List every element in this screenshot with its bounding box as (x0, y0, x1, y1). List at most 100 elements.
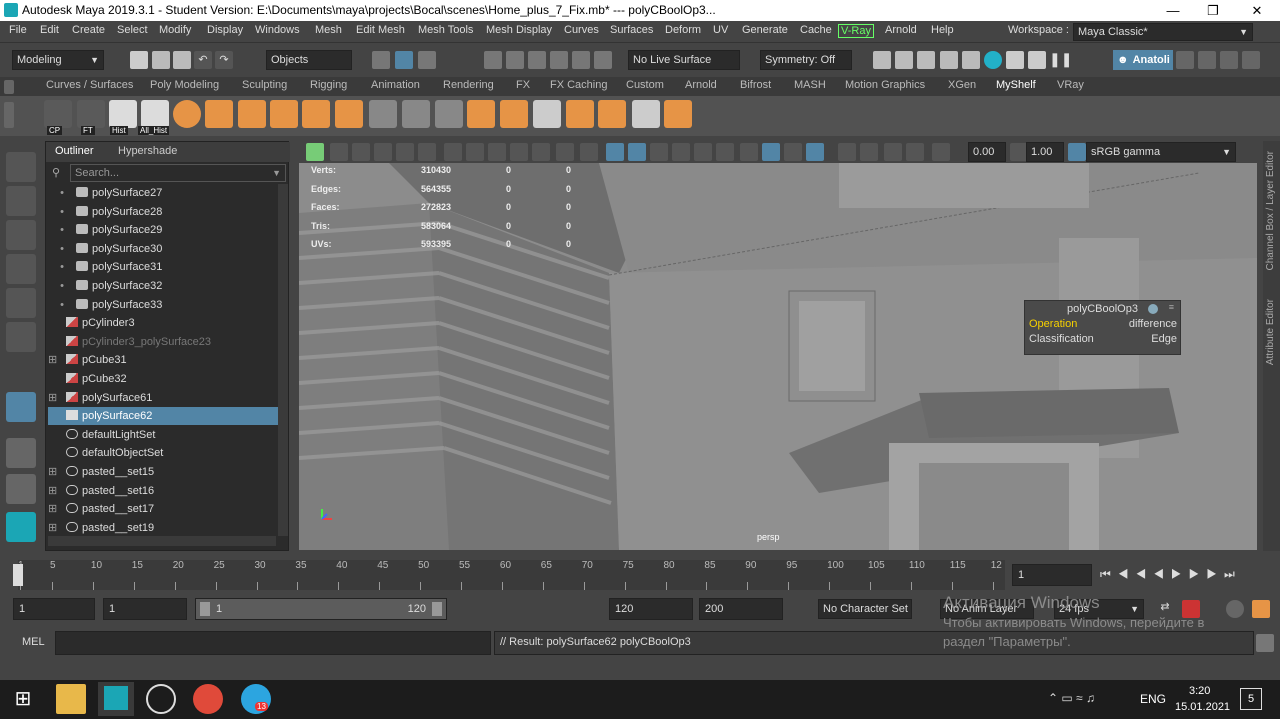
maximize-button[interactable]: ❐ (1190, 0, 1236, 21)
select-by-hierarchy-icon[interactable] (372, 51, 390, 69)
range-handle-left[interactable] (200, 602, 210, 616)
exposure-field[interactable]: 0.00 (968, 142, 1006, 162)
snap-view-plane-icon[interactable] (550, 51, 568, 69)
character-icon[interactable] (1252, 600, 1270, 618)
node-row-classification[interactable]: Classification Edge (1029, 333, 1177, 348)
expand-icon[interactable]: ⊞ (48, 389, 66, 407)
menu-file[interactable]: File (9, 24, 27, 36)
hypershade-icon[interactable] (940, 51, 958, 69)
outliner-item[interactable]: ⊞ pasted__set16 (48, 482, 278, 500)
range-handle-right[interactable] (432, 602, 442, 616)
snap-point-icon[interactable] (528, 51, 546, 69)
outliner-item[interactable]: defaultLightSet (48, 426, 278, 444)
shelf-tab-poly-modeling[interactable]: Poly Modeling (150, 79, 219, 91)
image-plane-icon[interactable] (374, 143, 392, 161)
screen-space-ao-icon[interactable] (740, 143, 758, 161)
shelf-tab-myshelf[interactable]: MyShelf (996, 79, 1036, 91)
menu-modify[interactable]: Modify (159, 24, 191, 36)
shelf-tab-sculpting[interactable]: Sculpting (242, 79, 287, 91)
pause-icon[interactable]: ❚❚ (1049, 51, 1072, 69)
animation-preferences-icon[interactable] (1226, 600, 1244, 618)
shelf-tab-custom[interactable]: Custom (626, 79, 664, 91)
mirror-shelf-icon[interactable] (598, 100, 626, 128)
outliner-search-input[interactable]: Search... ▼ (70, 164, 286, 182)
combine-shelf-icon[interactable] (500, 100, 528, 128)
motion-blur-icon[interactable] (860, 143, 878, 161)
poly-sphere-shelf-icon[interactable] (173, 100, 201, 128)
open-scene-icon[interactable] (152, 51, 170, 69)
expand-icon[interactable]: ⊞ (48, 482, 66, 500)
menu-uv[interactable]: UV (713, 24, 728, 36)
search-taskbar-icon[interactable] (146, 684, 176, 714)
menu-set-dropdown[interactable]: Modeling ▼ (12, 50, 104, 70)
undo-icon[interactable]: ↶ (194, 51, 212, 69)
vray-ipr-icon[interactable] (1028, 51, 1046, 69)
tray-icons[interactable]: ⌃ ▭ ≈ ♫ (1048, 691, 1095, 705)
maya-taskbar-icon[interactable] (98, 682, 134, 716)
poly-cube-3-shelf-icon[interactable] (270, 100, 298, 128)
snap-live-icon[interactable] (572, 51, 590, 69)
menu-generate[interactable]: Generate (742, 24, 788, 36)
outliner-item[interactable]: pCylinder3 (48, 314, 278, 332)
field-chart-icon[interactable] (532, 143, 550, 161)
scene-start-field[interactable]: 1 (13, 598, 95, 620)
shelf-tab-mash[interactable]: MASH (794, 79, 826, 91)
outliner-item[interactable]: ⊞ pasted__set17 (48, 500, 278, 518)
outliner-item[interactable]: • polySurface32 (48, 277, 278, 295)
character-set-dropdown[interactable]: No Character Set (818, 599, 912, 619)
vray-render-icon[interactable] (984, 51, 1002, 69)
poly-cube-shelf-icon[interactable] (205, 100, 233, 128)
windows-start-icon[interactable]: ⊞ (8, 684, 38, 714)
move-tool-icon[interactable] (6, 254, 36, 284)
menu-mesh-display[interactable]: Mesh Display (486, 24, 552, 36)
snap-vertex-icon[interactable] (594, 51, 612, 69)
menu-mesh-tools[interactable]: Mesh Tools (418, 24, 473, 36)
wireframe-icon[interactable] (606, 143, 624, 161)
vray-settings-icon[interactable] (1006, 51, 1024, 69)
select-by-object-icon[interactable] (395, 51, 413, 69)
tool-settings-icon[interactable] (1220, 51, 1238, 69)
select-by-component-icon[interactable] (418, 51, 436, 69)
close-button[interactable]: ✕ (1234, 0, 1280, 21)
playback-end-field[interactable]: 120 (609, 598, 693, 620)
attribute-editor-tab[interactable]: Attribute Editor (1265, 299, 1276, 365)
file-explorer-icon[interactable] (56, 684, 86, 714)
delete-all-history-shelf-button[interactable]: All_Hist (138, 100, 170, 135)
symmetry-dropdown[interactable]: Symmetry: Off (760, 50, 852, 70)
resolution-gate-icon[interactable] (488, 143, 506, 161)
rotate-tool-icon[interactable] (6, 288, 36, 318)
gate-mask-icon[interactable] (510, 143, 528, 161)
redo-icon[interactable]: ↷ (215, 51, 233, 69)
outliner-item[interactable]: pCylinder3_polySurface23 (48, 333, 278, 351)
multi-cut-shelf-icon[interactable] (402, 100, 430, 128)
tab-outliner[interactable]: Outliner (55, 145, 94, 157)
outliner-item[interactable]: • polySurface30 (48, 240, 278, 258)
shelf-tab-bifrost[interactable]: Bifrost (740, 79, 771, 91)
last-tool-icon[interactable] (6, 392, 36, 422)
channel-box-toggle-icon[interactable] (1242, 51, 1260, 69)
shelf-tab-vray[interactable]: VRay (1057, 79, 1084, 91)
exposure-icon[interactable] (932, 143, 950, 161)
shelf-tab-rigging[interactable]: Rigging (310, 79, 347, 91)
viewport-persp[interactable]: Verts: 310430 0 0 Edges: 564355 0 0 Faces: 272823… (299, 163, 1257, 550)
safe-title-icon[interactable] (580, 143, 598, 161)
menu-select[interactable]: Select (117, 24, 148, 36)
workspace-dropdown[interactable]: Maya Classic* ▼ (1073, 23, 1253, 41)
lasso-tool-icon[interactable] (6, 186, 36, 216)
menu-mesh[interactable]: Mesh (315, 24, 342, 36)
command-language[interactable]: MEL (22, 636, 45, 648)
shelf-tab-xgen[interactable]: XGen (948, 79, 976, 91)
2d-pan-zoom-icon[interactable] (396, 143, 414, 161)
shelf-tab-motion-graphics[interactable]: Motion Graphics (845, 79, 925, 91)
attribute-editor-toggle-icon[interactable] (1198, 51, 1216, 69)
grease-pencil-icon[interactable] (418, 143, 436, 161)
target-weld-shelf-icon[interactable] (467, 100, 495, 128)
camera-attributes-icon[interactable] (306, 143, 324, 161)
freeze-transform-shelf-button[interactable]: FT (77, 100, 105, 135)
shelf-tab-curves-surfaces[interactable]: Curves / Surfaces (46, 79, 133, 91)
boolean-shelf-icon[interactable] (566, 100, 594, 128)
command-input[interactable] (55, 631, 491, 655)
four-view-layout-icon[interactable] (6, 474, 36, 504)
shadows-icon[interactable] (716, 143, 734, 161)
render-settings-icon[interactable] (917, 51, 935, 69)
